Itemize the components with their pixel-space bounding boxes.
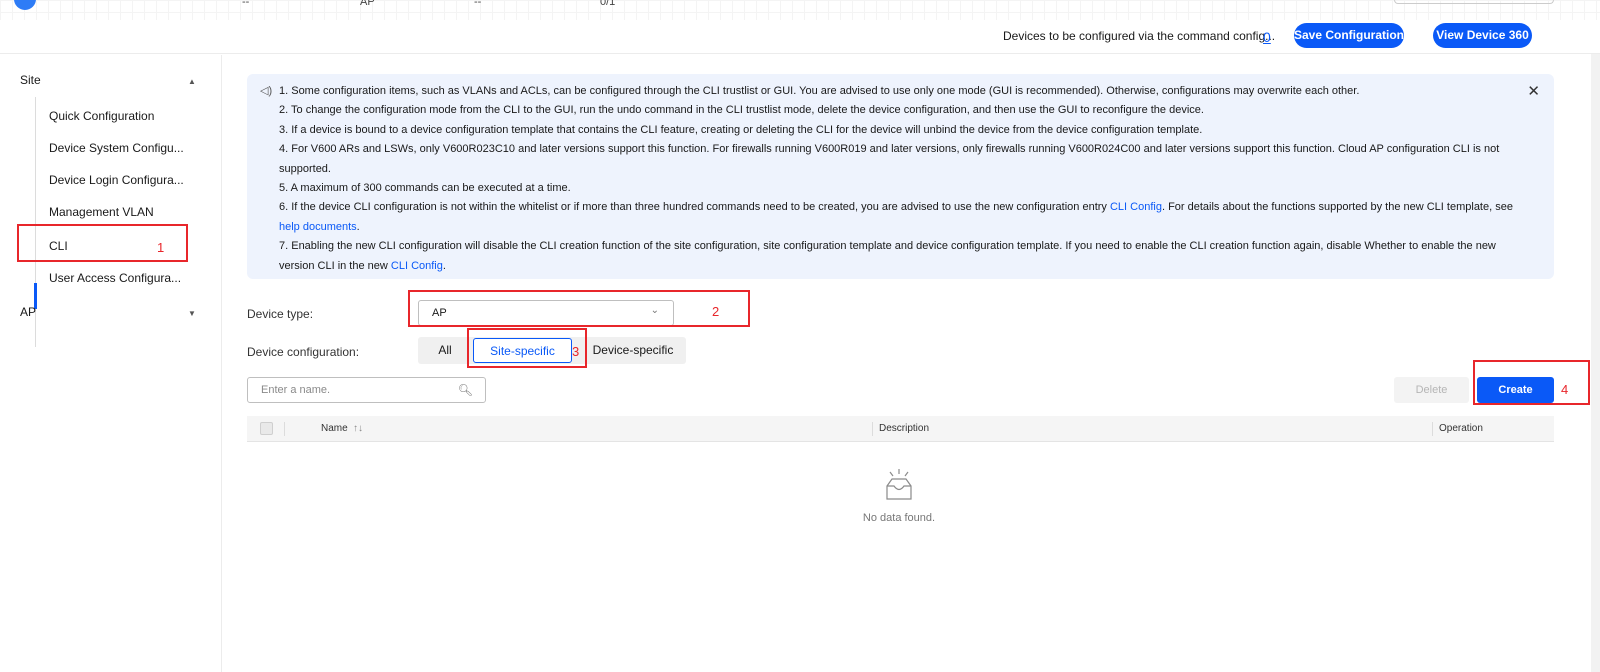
close-icon[interactable]: ✕ [1527,82,1540,100]
devices-to-configure-count[interactable]: 0 [1263,29,1271,45]
chevron-down-icon[interactable]: ▼ [188,309,196,318]
sidebar-item-device-system-configuration[interactable]: Device System Configu... [49,141,184,155]
cli-config-link-2[interactable]: CLI Config [391,260,443,272]
segment-device-specific[interactable]: Device-specific [588,337,678,364]
annotation-number-3: 3 [572,344,580,359]
top-fragment-3: -- [474,0,482,8]
sidebar: Site ▲ Quick Configuration Device System… [0,55,222,672]
notice-line-6-end: . [356,220,360,233]
view-device-360-button[interactable]: View Device 360 [1433,23,1532,48]
notice-line-3: 3. If a device is bound to a device conf… [279,123,1203,136]
column-operation: Operation [1439,423,1483,434]
notice-line-4: 4. For V600 ARs and LSWs, only V600R023C… [279,143,1500,175]
devices-to-configure-label: Devices to be configured via the command… [1003,29,1276,43]
notice-text: 1. Some configuration items, such as VLA… [279,82,1519,276]
sidebar-group-ap[interactable]: AP [20,305,36,319]
search-placeholder: Enter a name. [261,384,331,396]
notice-line-6-text: 6. If the device CLI configuration is no… [279,201,1110,214]
empty-state-text: No data found. [862,512,936,524]
column-description: Description [879,423,930,434]
sidebar-item-user-access-configuration[interactable]: User Access Configura... [49,271,181,285]
sidebar-item-device-login-configuration[interactable]: Device Login Configura... [49,173,184,187]
cli-config-link[interactable]: CLI Config [1110,201,1162,213]
table-header: Name ↑↓ Description Operation [247,416,1554,442]
select-all-checkbox[interactable] [260,422,273,435]
sort-icon[interactable]: ↑↓ [353,423,363,434]
annotation-box-2 [408,290,750,327]
notice-line-5: 5. A maximum of 300 commands can be exec… [279,182,571,195]
top-right-field[interactable] [1394,0,1554,4]
annotation-box-4 [1473,360,1590,405]
search-icon[interactable]: 🔍︎ [458,383,473,397]
annotation-number-1: 1 [157,240,165,255]
top-fragment-2: AP [360,0,375,8]
notice-line-6: 6. If the device CLI configuration is no… [279,198,1519,237]
column-separator [1432,422,1433,436]
segment-all[interactable]: All [418,337,472,364]
help-documents-link[interactable]: help documents [279,221,357,233]
page-scrollbar[interactable] [1591,54,1600,672]
search-input[interactable]: Enter a name. 🔍︎ [247,377,486,403]
sidebar-group-site[interactable]: Site [20,73,41,87]
notice-line-7-end: . [442,259,446,272]
device-configuration-label: Device configuration: [247,345,360,359]
notice-line-2: 2. To change the configuration mode from… [279,104,1204,117]
annotation-number-2: 2 [712,304,720,319]
device-type-label: Device type: [247,307,314,321]
chevron-up-icon[interactable]: ▲ [188,77,196,86]
header-grid-background [0,0,1600,20]
sidebar-item-management-vlan[interactable]: Management VLAN [49,205,154,219]
notice-line-1: 1. Some configuration items, such as VLA… [279,85,1360,97]
notice-line-7-text: 7. Enabling the new CLI configuration wi… [279,240,1496,272]
save-configuration-button[interactable]: Save Configuration [1294,23,1404,48]
top-fragment-1: -- [242,0,250,8]
empty-tray-icon [886,469,912,500]
annotation-box-3 [467,328,587,368]
sidebar-item-quick-configuration[interactable]: Quick Configuration [49,109,154,123]
column-separator [284,422,285,436]
column-name[interactable]: Name [321,423,348,434]
column-separator [872,422,873,436]
top-fragment-4: 0/1 [600,0,616,8]
notice-line-7: 7. Enabling the new CLI configuration wi… [279,237,1519,276]
annotation-number-4: 4 [1561,382,1569,397]
notice-panel: ◁) ✕ 1. Some configuration items, such a… [247,74,1554,279]
top-header: -- AP -- 0/1 Devices to be configured vi… [0,0,1600,54]
notice-line-6-mid: . For details about the functions suppor… [1161,201,1513,214]
speaker-icon: ◁) [260,85,273,97]
delete-button[interactable]: Delete [1394,377,1469,403]
